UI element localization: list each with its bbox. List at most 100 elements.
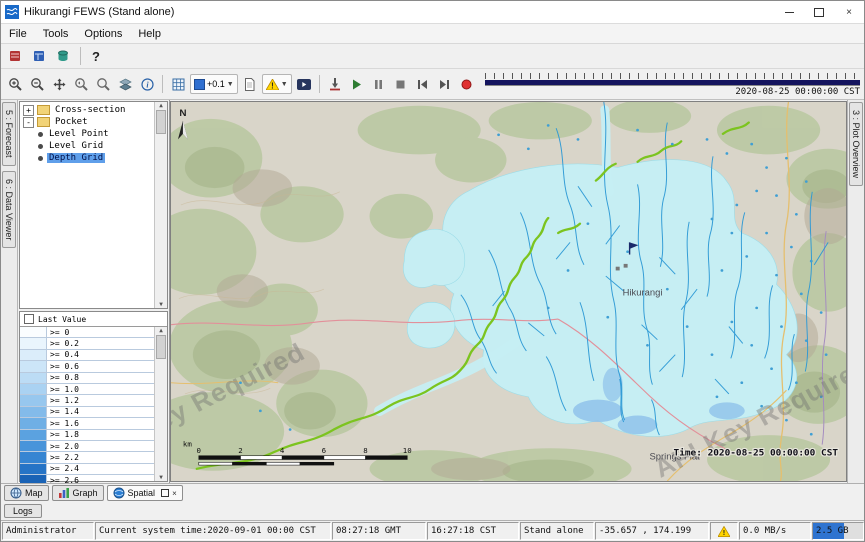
scroll-thumb[interactable] bbox=[156, 335, 166, 359]
grid-display-icon[interactable] bbox=[168, 74, 188, 94]
tree-expander-icon[interactable]: - bbox=[23, 117, 34, 128]
svg-text:8: 8 bbox=[363, 446, 367, 455]
tab-data-viewer[interactable]: 6 : Data Viewer bbox=[2, 171, 16, 248]
legend-label: >= 0.4 bbox=[47, 350, 79, 360]
info-icon[interactable]: i bbox=[137, 74, 157, 94]
minimize-button[interactable] bbox=[774, 1, 804, 23]
legend-scrollbar[interactable]: ▲ ▼ bbox=[154, 327, 167, 481]
close-button[interactable]: × bbox=[834, 1, 864, 23]
legend-row: >= 1.6 bbox=[20, 418, 154, 429]
svg-text:km: km bbox=[183, 440, 192, 449]
tab-map[interactable]: Map bbox=[4, 485, 49, 501]
tree-item[interactable]: Depth Grid bbox=[20, 152, 154, 164]
download-data-icon[interactable] bbox=[325, 74, 345, 94]
pause-button[interactable] bbox=[369, 74, 389, 94]
timeline-slider[interactable] bbox=[485, 72, 860, 86]
legend-swatch bbox=[20, 407, 47, 417]
zoom-in-icon[interactable] bbox=[5, 74, 25, 94]
menu-options[interactable]: Options bbox=[76, 27, 130, 41]
tree-item[interactable]: +Cross-section bbox=[20, 104, 154, 116]
overlay-value-dropdown[interactable]: +0.1 ▼ bbox=[190, 74, 238, 94]
legend-row: >= 0 bbox=[20, 327, 154, 338]
menu-help[interactable]: Help bbox=[130, 27, 169, 41]
spatial-icon bbox=[113, 487, 125, 499]
tree-item[interactable]: Level Point bbox=[20, 128, 154, 140]
scroll-down-icon[interactable]: ▼ bbox=[159, 301, 163, 308]
scroll-thumb[interactable] bbox=[156, 110, 166, 134]
scroll-down-icon[interactable]: ▼ bbox=[159, 474, 163, 481]
legend-label: >= 1.2 bbox=[47, 395, 79, 405]
tree-item[interactable]: Level Grid bbox=[20, 140, 154, 152]
pan-hand-icon[interactable] bbox=[49, 74, 69, 94]
scroll-up-icon[interactable]: ▲ bbox=[159, 327, 163, 334]
legend-row: >= 1.8 bbox=[20, 430, 154, 441]
close-tab-icon[interactable]: × bbox=[172, 489, 177, 498]
left-panel: +Cross-section-PocketLevel PointLevel Gr… bbox=[18, 100, 170, 483]
document-icon[interactable] bbox=[240, 74, 260, 94]
map-view[interactable]: API Key Required API Key Required Hikura… bbox=[170, 101, 847, 482]
step-forward-button[interactable] bbox=[435, 74, 455, 94]
legend-label: >= 0.6 bbox=[47, 361, 79, 371]
play-button[interactable] bbox=[347, 74, 367, 94]
menu-tools[interactable]: Tools bbox=[35, 27, 77, 41]
tree-scrollbar[interactable]: ▲ ▼ bbox=[154, 102, 167, 308]
svg-text:N: N bbox=[179, 108, 186, 119]
undock-tab-icon[interactable] bbox=[161, 489, 169, 497]
status-coordinates: -35.657 , 174.199 bbox=[595, 522, 709, 540]
database-green-icon[interactable] bbox=[53, 46, 73, 66]
database-red-icon[interactable] bbox=[5, 46, 25, 66]
status-gmt-time: 08:27:18 GMT bbox=[332, 522, 426, 540]
legend-row: >= 1.4 bbox=[20, 407, 154, 418]
explorer-blue-icon[interactable] bbox=[29, 46, 49, 66]
legend-swatch bbox=[20, 418, 47, 428]
menu-file[interactable]: File bbox=[1, 27, 35, 41]
legend-row: >= 2.2 bbox=[20, 452, 154, 463]
legend-swatch bbox=[20, 350, 47, 360]
logs-button[interactable]: Logs bbox=[4, 504, 42, 518]
legend-label: >= 2.2 bbox=[47, 452, 79, 462]
stop-button[interactable] bbox=[391, 74, 411, 94]
movie-export-icon[interactable] bbox=[294, 74, 314, 94]
legend-panel: Last Value >= 0>= 0.2>= 0.4>= 0.6>= 0.8>… bbox=[19, 311, 168, 482]
tree-list: +Cross-section-PocketLevel PointLevel Gr… bbox=[20, 102, 154, 308]
record-button[interactable] bbox=[457, 74, 477, 94]
chart-icon bbox=[58, 487, 70, 499]
legend-swatch bbox=[20, 338, 47, 348]
tab-spatial[interactable]: Spatial × bbox=[107, 485, 183, 501]
legend-list-rows: >= 0>= 0.2>= 0.4>= 0.6>= 0.8>= 1.0>= 1.2… bbox=[20, 327, 154, 481]
maximize-button[interactable] bbox=[804, 1, 834, 23]
legend-label: >= 2.4 bbox=[47, 464, 79, 474]
tree-item-label: Depth Grid bbox=[47, 153, 105, 163]
svg-text:6: 6 bbox=[322, 446, 326, 455]
scroll-up-icon[interactable]: ▲ bbox=[159, 102, 163, 109]
tab-graph[interactable]: Graph bbox=[52, 485, 104, 501]
legend-row: >= 0.4 bbox=[20, 350, 154, 361]
legend-swatch bbox=[20, 430, 47, 440]
status-user: Administrator bbox=[2, 522, 94, 540]
warning-icon: ! bbox=[266, 79, 279, 90]
tab-plot-overview[interactable]: 3 : Plot Overview bbox=[849, 102, 863, 186]
help-icon[interactable]: ? bbox=[88, 49, 104, 64]
tree-expander-icon[interactable]: + bbox=[23, 105, 34, 116]
town-label-hikurangi: Hikurangi bbox=[623, 288, 663, 298]
zoom-extent-icon[interactable] bbox=[93, 74, 113, 94]
globe-icon bbox=[10, 487, 22, 499]
last-value-checkbox[interactable] bbox=[24, 314, 34, 324]
layers-icon[interactable] bbox=[115, 74, 135, 94]
svg-text:2: 2 bbox=[238, 446, 242, 455]
legend-swatch bbox=[20, 441, 47, 451]
toolbar-separator bbox=[162, 75, 163, 93]
svg-text:0: 0 bbox=[197, 446, 201, 455]
tree-item[interactable]: -Pocket bbox=[20, 116, 154, 128]
status-bar: Administrator Current system time:2020-0… bbox=[1, 520, 864, 541]
legend-swatch bbox=[20, 464, 47, 474]
tab-map-label: Map bbox=[25, 488, 43, 498]
warning-dropdown[interactable]: ! ▼ bbox=[262, 74, 292, 94]
step-back-button[interactable] bbox=[413, 74, 433, 94]
window-title: Hikurangi FEWS (Stand alone) bbox=[24, 6, 174, 18]
zoom-previous-icon[interactable] bbox=[71, 74, 91, 94]
warning-icon: ! bbox=[718, 526, 730, 537]
zoom-out-icon[interactable] bbox=[27, 74, 47, 94]
tab-forecast[interactable]: 5 : Forecast bbox=[2, 102, 16, 166]
status-warning-cell[interactable]: ! bbox=[710, 522, 738, 540]
